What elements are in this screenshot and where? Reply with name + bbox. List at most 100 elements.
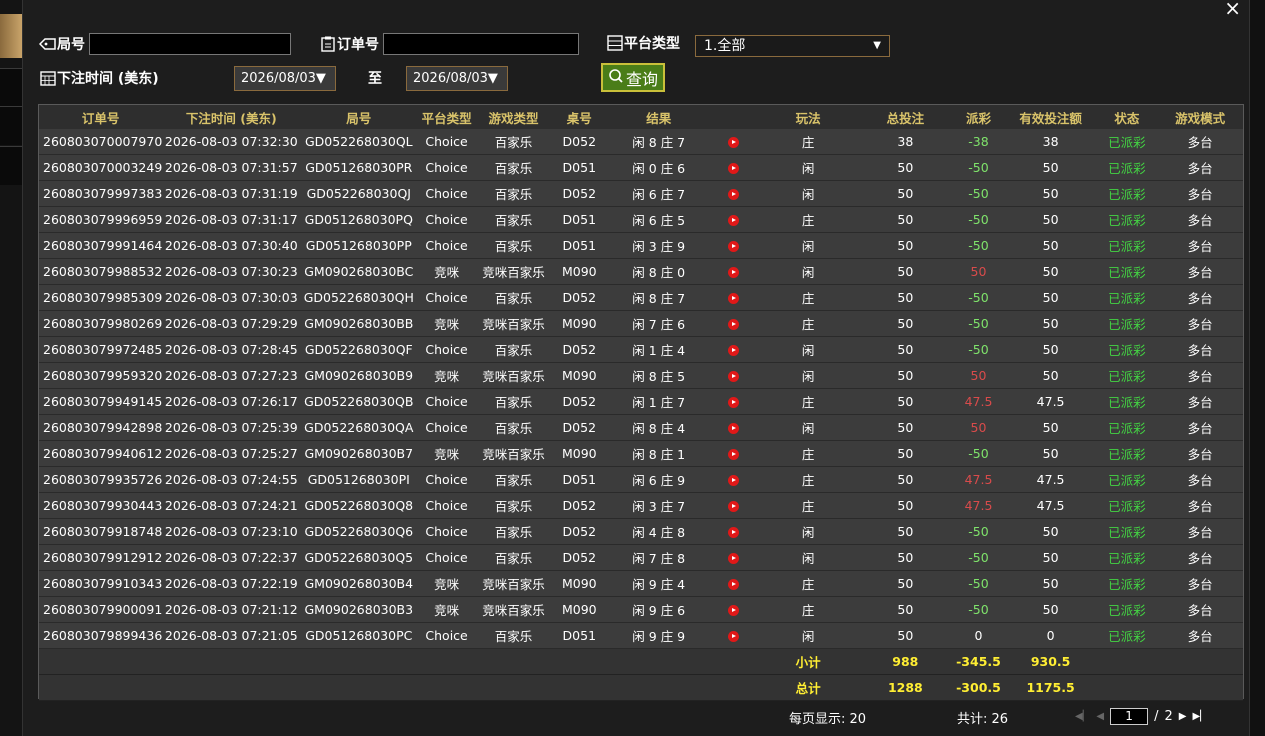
table-row[interactable]: 260803079918748 2026-08-03 07:23:10 GD0522… bbox=[39, 518, 1243, 545]
query-button[interactable]: 查询 bbox=[601, 63, 665, 92]
total-bet-cell: 50 bbox=[858, 544, 953, 571]
table-row[interactable]: 260803079940612 2026-08-03 07:25:27 GM0902… bbox=[39, 440, 1243, 467]
table-row[interactable]: 260803070003249 2026-08-03 07:31:57 GD0512… bbox=[39, 154, 1243, 181]
table-row[interactable]: 260803079997383 2026-08-03 07:31:19 GD0522… bbox=[39, 180, 1243, 207]
background-left-panel bbox=[0, 0, 22, 736]
close-button[interactable]: × bbox=[1224, 0, 1241, 20]
status-cell: 已派彩 bbox=[1096, 466, 1158, 493]
order-input[interactable] bbox=[383, 33, 579, 55]
replay-cell bbox=[709, 336, 758, 363]
play-video-icon[interactable] bbox=[728, 631, 740, 642]
valid-bet-cell: 50 bbox=[1004, 570, 1097, 597]
total-bet-cell: 50 bbox=[858, 180, 953, 207]
table-row[interactable]: 260803079980269 2026-08-03 07:29:29 GM0902… bbox=[39, 310, 1243, 337]
empty-cell bbox=[162, 674, 301, 701]
bet-type-cell: 庄 bbox=[757, 596, 859, 623]
table-row[interactable]: 260803079996959 2026-08-03 07:31:17 GD0512… bbox=[39, 206, 1243, 233]
empty-cell bbox=[551, 674, 608, 701]
play-video-icon[interactable] bbox=[728, 553, 740, 564]
table-row[interactable]: 260803079972485 2026-08-03 07:28:45 GD0522… bbox=[39, 336, 1243, 363]
empty-cell bbox=[39, 674, 163, 701]
order-id-cell: 260803079899436 bbox=[39, 622, 163, 649]
valid-bet-cell: 38 bbox=[1004, 129, 1097, 155]
play-video-icon[interactable] bbox=[728, 137, 740, 148]
game-type-cell: 竞咪百家乐 bbox=[475, 570, 552, 597]
table-row[interactable]: 260803079912912 2026-08-03 07:22:37 GD0522… bbox=[39, 544, 1243, 571]
play-video-icon[interactable] bbox=[728, 319, 740, 330]
play-video-icon[interactable] bbox=[728, 475, 740, 486]
total-bet-cell: 50 bbox=[858, 284, 953, 311]
table-id-cell: M090 bbox=[551, 258, 608, 285]
replay-cell bbox=[709, 596, 758, 623]
play-video-icon[interactable] bbox=[728, 293, 740, 304]
calendar-icon bbox=[39, 70, 57, 86]
first-page-icon[interactable]: ◀▏ bbox=[1075, 711, 1090, 722]
play-video-icon[interactable] bbox=[728, 267, 740, 278]
play-video-icon[interactable] bbox=[728, 527, 740, 538]
table-row[interactable]: 260803079942898 2026-08-03 07:25:39 GD0522… bbox=[39, 414, 1243, 441]
platform-select-value: 1.全部 bbox=[704, 38, 746, 54]
play-video-icon[interactable] bbox=[728, 371, 740, 382]
table-row[interactable]: 260803079949145 2026-08-03 07:26:17 GD0522… bbox=[39, 388, 1243, 415]
table-row[interactable]: 260803079935726 2026-08-03 07:24:55 GD0512… bbox=[39, 466, 1243, 493]
valid-bet-cell: 50 bbox=[1004, 232, 1097, 259]
play-video-icon[interactable] bbox=[728, 579, 740, 590]
bet-type-cell: 闲 bbox=[757, 362, 859, 389]
valid-bet-cell: 50 bbox=[1004, 362, 1097, 389]
background-strip bbox=[0, 106, 22, 145]
game-type-cell: 百家乐 bbox=[475, 544, 552, 571]
game-type-cell: 竞咪百家乐 bbox=[475, 362, 552, 389]
table-row[interactable]: 260803070007970 2026-08-03 07:32:30 GD0522… bbox=[39, 129, 1243, 155]
play-video-icon[interactable] bbox=[728, 449, 740, 460]
platform-select[interactable]: 1.全部 ▼ bbox=[695, 35, 890, 57]
replay-cell bbox=[709, 129, 758, 155]
payout-cell: 50 bbox=[952, 362, 1005, 389]
bet-time-cell: 2026-08-03 07:31:57 bbox=[162, 154, 301, 181]
game-type-cell: 百家乐 bbox=[475, 414, 552, 441]
round-id-cell: GM090268030BB bbox=[300, 310, 418, 337]
date-from-picker[interactable]: 2026/08/03▼ bbox=[234, 66, 336, 91]
table-row[interactable]: 260803079985309 2026-08-03 07:30:03 GD0522… bbox=[39, 284, 1243, 311]
play-video-icon[interactable] bbox=[728, 397, 740, 408]
play-video-icon[interactable] bbox=[728, 241, 740, 252]
page-input[interactable]: 1 bbox=[1110, 708, 1149, 725]
prev-page-icon[interactable]: ◀ bbox=[1096, 711, 1104, 722]
game-mode-cell: 多台 bbox=[1157, 570, 1243, 597]
platform-cell: Choice bbox=[417, 284, 476, 311]
column-header: 局号 bbox=[300, 105, 418, 129]
total-bet-cell: 38 bbox=[858, 129, 953, 155]
order-id-cell: 260803079991464 bbox=[39, 232, 163, 259]
table-row[interactable]: 260803079899436 2026-08-03 07:21:05 GD0512… bbox=[39, 622, 1243, 649]
play-video-icon[interactable] bbox=[728, 215, 740, 226]
table-id-cell: D052 bbox=[551, 544, 608, 571]
round-input[interactable] bbox=[89, 33, 291, 55]
play-video-icon[interactable] bbox=[728, 163, 740, 174]
bet-type-cell: 闲 bbox=[757, 544, 859, 571]
table-row[interactable]: 260803079900091 2026-08-03 07:21:12 GM0902… bbox=[39, 596, 1243, 623]
payout-cell: -50 bbox=[952, 206, 1005, 233]
table-row[interactable]: 260803079988532 2026-08-03 07:30:23 GM0902… bbox=[39, 258, 1243, 285]
play-video-icon[interactable] bbox=[728, 189, 740, 200]
replay-cell bbox=[709, 154, 758, 181]
empty-cell bbox=[162, 648, 301, 675]
status-cell: 已派彩 bbox=[1096, 414, 1158, 441]
table-row[interactable]: 260803079910343 2026-08-03 07:22:19 GM0902… bbox=[39, 570, 1243, 597]
play-video-icon[interactable] bbox=[728, 501, 740, 512]
play-video-icon[interactable] bbox=[728, 605, 740, 616]
table-id-cell: M090 bbox=[551, 362, 608, 389]
round-filter: 局号 bbox=[39, 33, 291, 55]
next-page-icon[interactable]: ▶ bbox=[1179, 711, 1187, 722]
date-to-picker[interactable]: 2026/08/03▼ bbox=[406, 66, 508, 91]
table-row[interactable]: 260803079959320 2026-08-03 07:27:23 GM0902… bbox=[39, 362, 1243, 389]
platform-cell: Choice bbox=[417, 154, 476, 181]
play-video-icon[interactable] bbox=[728, 423, 740, 434]
round-id-cell: GM090268030B7 bbox=[300, 440, 418, 467]
order-id-cell: 260803079942898 bbox=[39, 414, 163, 441]
last-page-icon[interactable]: ▶▏ bbox=[1192, 711, 1207, 722]
status-cell: 已派彩 bbox=[1096, 570, 1158, 597]
total-bet-cell: 50 bbox=[858, 622, 953, 649]
payout-cell: -50 bbox=[952, 544, 1005, 571]
play-video-icon[interactable] bbox=[728, 345, 740, 356]
table-row[interactable]: 260803079991464 2026-08-03 07:30:40 GD0512… bbox=[39, 232, 1243, 259]
table-row[interactable]: 260803079930443 2026-08-03 07:24:21 GD0522… bbox=[39, 492, 1243, 519]
